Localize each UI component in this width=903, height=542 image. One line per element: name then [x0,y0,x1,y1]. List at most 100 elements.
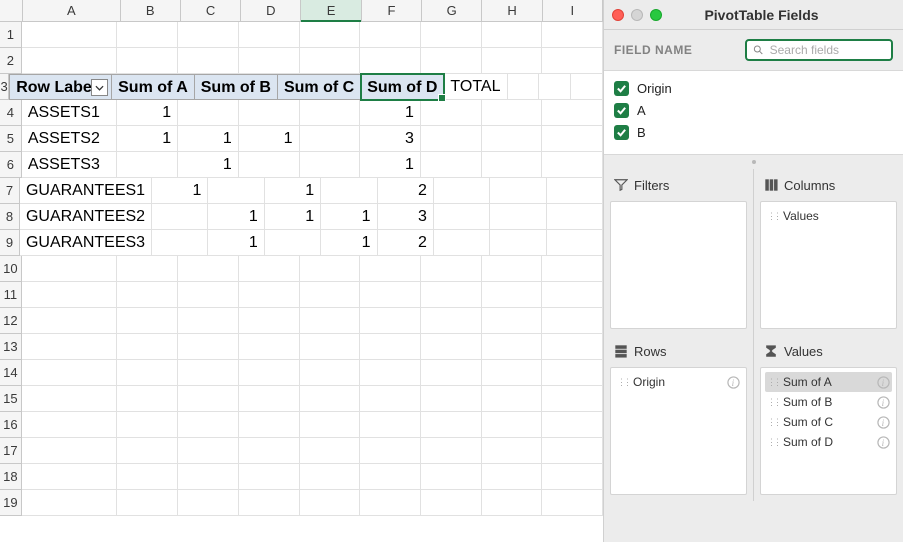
cell-G15[interactable] [421,386,482,412]
cell-C3[interactable]: Sum of B [195,74,278,100]
cell-D11[interactable] [239,282,300,308]
cell-D18[interactable] [239,464,300,490]
cell-G3[interactable] [508,74,540,100]
cell-F16[interactable] [360,412,421,438]
cell-I6[interactable] [542,152,603,178]
cell-H19[interactable] [482,490,543,516]
zone-item[interactable]: ⋮⋮Values [765,206,892,226]
cell-C14[interactable] [178,360,239,386]
col-header-C[interactable]: C [181,0,241,21]
cell-E3[interactable]: Sum of D [361,74,444,100]
info-icon[interactable]: i [877,396,890,409]
zone-item[interactable]: ⋮⋮Sum of Ai [765,372,892,392]
cell-D5[interactable]: 1 [239,126,300,152]
cell-I14[interactable] [542,360,603,386]
cell-E13[interactable] [300,334,361,360]
cell-B2[interactable] [117,48,178,74]
cell-B5[interactable]: 1 [117,126,178,152]
cell-E19[interactable] [300,490,361,516]
cell-A2[interactable] [22,48,118,74]
cell-B3[interactable]: Sum of A [112,74,195,100]
row-header-9[interactable]: 9 [0,230,20,256]
cell-G10[interactable] [421,256,482,282]
search-input[interactable] [768,42,885,58]
zone-filters[interactable]: Filters [604,169,754,335]
cell-I12[interactable] [542,308,603,334]
row-header-17[interactable]: 17 [0,438,22,464]
cell-I7[interactable] [547,178,603,204]
zone-values-body[interactable]: ⋮⋮Sum of Ai⋮⋮Sum of Bi⋮⋮Sum of Ci⋮⋮Sum o… [760,367,897,495]
cell-G5[interactable] [421,126,482,152]
row-header-7[interactable]: 7 [0,178,20,204]
cell-E4[interactable] [300,100,361,126]
cell-G1[interactable] [421,22,482,48]
cell-B18[interactable] [117,464,178,490]
cell-F2[interactable] [360,48,421,74]
row-header-6[interactable]: 6 [0,152,22,178]
cell-H8[interactable] [490,204,546,230]
cell-F12[interactable] [360,308,421,334]
cell-C5[interactable]: 1 [178,126,239,152]
field-item-origin[interactable]: Origin [614,77,893,99]
cell-D3[interactable]: Sum of C [278,74,361,100]
select-all-corner[interactable] [0,0,23,21]
cell-B7[interactable]: 1 [152,178,208,204]
cell-I16[interactable] [542,412,603,438]
row-header-11[interactable]: 11 [0,282,22,308]
cell-E16[interactable] [300,412,361,438]
row-header-2[interactable]: 2 [0,48,22,74]
cell-F17[interactable] [360,438,421,464]
cell-A8[interactable]: GUARANTEES2 [20,204,152,230]
cell-D8[interactable]: 1 [265,204,321,230]
row-header-13[interactable]: 13 [0,334,22,360]
cell-C16[interactable] [178,412,239,438]
row-header-14[interactable]: 14 [0,360,22,386]
cell-B6[interactable] [117,152,178,178]
cell-A9[interactable]: GUARANTEES3 [20,230,152,256]
zone-item[interactable]: ⋮⋮Origini [615,372,742,392]
cell-B4[interactable]: 1 [117,100,178,126]
cell-G17[interactable] [421,438,482,464]
cell-B11[interactable] [117,282,178,308]
info-icon[interactable]: i [877,436,890,449]
cell-H6[interactable] [482,152,543,178]
cell-F18[interactable] [360,464,421,490]
row-header-8[interactable]: 8 [0,204,20,230]
zone-item[interactable]: ⋮⋮Sum of Di [765,432,892,452]
cell-B15[interactable] [117,386,178,412]
cell-G18[interactable] [421,464,482,490]
cell-C15[interactable] [178,386,239,412]
cell-F19[interactable] [360,490,421,516]
col-header-G[interactable]: G [422,0,482,21]
cell-C10[interactable] [178,256,239,282]
cell-E11[interactable] [300,282,361,308]
row-header-4[interactable]: 4 [0,100,22,126]
cell-H17[interactable] [482,438,543,464]
cell-D1[interactable] [239,22,300,48]
info-icon[interactable]: i [877,416,890,429]
zone-values[interactable]: Values ⋮⋮Sum of Ai⋮⋮Sum of Bi⋮⋮Sum of Ci… [754,335,903,501]
cell-B19[interactable] [117,490,178,516]
cell-F9[interactable]: 2 [378,230,434,256]
cell-I11[interactable] [542,282,603,308]
cell-C17[interactable] [178,438,239,464]
cell-F15[interactable] [360,386,421,412]
cell-E5[interactable] [300,126,361,152]
cell-E10[interactable] [300,256,361,282]
cell-E9[interactable]: 1 [321,230,377,256]
cell-C6[interactable]: 1 [178,152,239,178]
cell-B17[interactable] [117,438,178,464]
cell-I3[interactable] [571,74,603,100]
cell-D16[interactable] [239,412,300,438]
cell-E2[interactable] [300,48,361,74]
cell-G4[interactable] [421,100,482,126]
cell-H14[interactable] [482,360,543,386]
cell-E17[interactable] [300,438,361,464]
cell-D17[interactable] [239,438,300,464]
cell-G12[interactable] [421,308,482,334]
search-input-wrap[interactable] [745,39,893,61]
cell-H15[interactable] [482,386,543,412]
zone-item[interactable]: ⋮⋮Sum of Bi [765,392,892,412]
cell-G8[interactable] [434,204,490,230]
cell-I13[interactable] [542,334,603,360]
